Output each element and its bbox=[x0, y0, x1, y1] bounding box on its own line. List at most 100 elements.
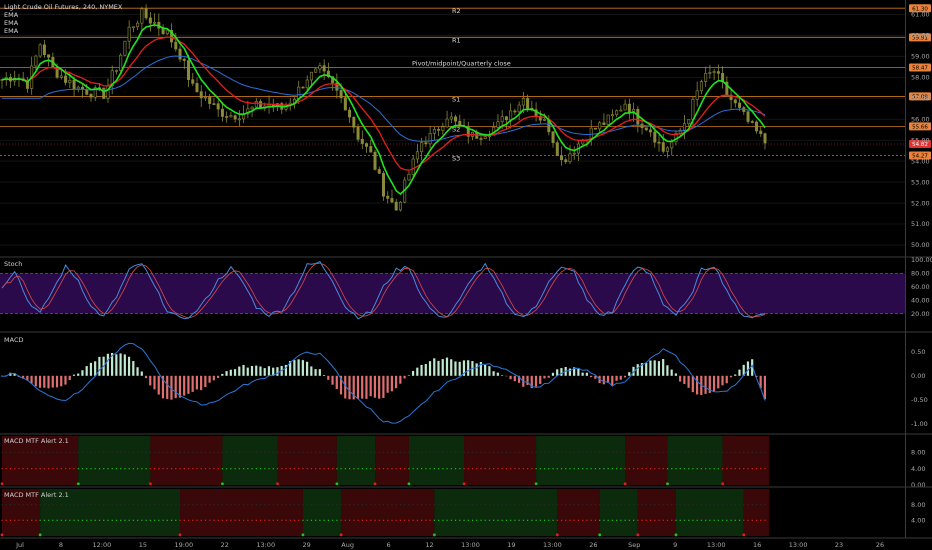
alert-signal-dot bbox=[462, 482, 466, 486]
time-tick-label: Jul bbox=[15, 541, 24, 549]
candle-body bbox=[254, 101, 258, 108]
alert-dot bbox=[658, 468, 660, 470]
alert-dot bbox=[310, 519, 313, 521]
candle-body bbox=[704, 73, 708, 82]
alert-dot bbox=[170, 451, 173, 453]
alert-dot bbox=[738, 519, 741, 521]
macd-histogram-bar bbox=[581, 372, 584, 376]
alert-dot bbox=[69, 451, 71, 453]
alert-dot bbox=[764, 451, 766, 453]
alert-dot bbox=[238, 451, 240, 453]
alert-dot bbox=[463, 519, 465, 521]
alert-dot bbox=[658, 504, 660, 506]
alert-block bbox=[222, 436, 278, 485]
alert-dot bbox=[522, 504, 524, 506]
alert-dot bbox=[535, 451, 537, 453]
alert-dot bbox=[450, 468, 452, 470]
alert-dot bbox=[607, 504, 609, 506]
alert-block bbox=[434, 489, 558, 536]
alert-dot bbox=[586, 519, 588, 521]
alert-dot bbox=[734, 451, 736, 453]
macd-histogram-bar bbox=[683, 375, 686, 385]
trading-chart[interactable]: R2 61.30R1 59.91Pivot/midpoint/Quarterly c… bbox=[0, 0, 932, 550]
alert-dot bbox=[726, 451, 728, 453]
alert-dot bbox=[594, 519, 597, 521]
macd-histogram-bar bbox=[509, 375, 512, 380]
alert-dot bbox=[323, 519, 325, 521]
alert-dot bbox=[60, 468, 62, 470]
alert-dot bbox=[340, 519, 342, 521]
candle-body bbox=[38, 44, 42, 57]
alert-dot bbox=[149, 468, 151, 470]
alert-dot bbox=[293, 451, 296, 453]
alert-dot bbox=[442, 504, 444, 506]
alert-dot bbox=[429, 504, 431, 506]
macd-histogram-bar bbox=[437, 360, 440, 376]
candle-body bbox=[695, 90, 699, 100]
alert-dot bbox=[446, 451, 448, 453]
alert-dot bbox=[298, 468, 300, 470]
alert-dot bbox=[662, 504, 664, 506]
alert-dot bbox=[705, 468, 707, 470]
alert-dot bbox=[399, 504, 402, 506]
alert-dot bbox=[272, 504, 274, 506]
alert-dot bbox=[556, 519, 558, 521]
alert-dot bbox=[226, 519, 228, 521]
alert-dot bbox=[429, 468, 431, 470]
alert-dot bbox=[327, 468, 329, 470]
alert-dot bbox=[332, 451, 334, 453]
alert-dot bbox=[531, 504, 533, 506]
alert-dot bbox=[599, 504, 601, 506]
alert-dot bbox=[679, 519, 681, 521]
alert-dot bbox=[1, 504, 3, 506]
alert-dot bbox=[196, 468, 198, 470]
macd-histogram-bar bbox=[623, 375, 627, 378]
alert-dot bbox=[348, 468, 351, 470]
alert-signal-dot bbox=[742, 533, 746, 537]
alert-dot bbox=[446, 519, 448, 521]
alert-dot bbox=[717, 468, 719, 470]
alert-dot bbox=[162, 519, 164, 521]
candle-body bbox=[496, 121, 500, 128]
alert-dot bbox=[179, 519, 181, 521]
alert-dot bbox=[573, 451, 575, 453]
stoch-title: Stoch bbox=[4, 260, 22, 268]
macd-histogram-bar bbox=[496, 372, 499, 376]
alert-dot bbox=[594, 504, 597, 506]
alert-signal-dot bbox=[339, 533, 343, 537]
alert-dot bbox=[463, 504, 465, 506]
alert-dot bbox=[709, 451, 711, 453]
alert-dot bbox=[582, 451, 584, 453]
candle-body bbox=[390, 198, 394, 203]
time-tick-label: 13:00 bbox=[461, 541, 480, 549]
price-tick-label: 51.00 bbox=[911, 220, 930, 228]
time-tick-label: 19 bbox=[507, 541, 515, 549]
alert-block bbox=[302, 489, 342, 536]
alert-block bbox=[625, 436, 668, 485]
alert-dot bbox=[463, 468, 465, 470]
alert-dot bbox=[535, 504, 537, 506]
alert-dot bbox=[416, 468, 419, 470]
alert-dot bbox=[387, 504, 389, 506]
alert-dot bbox=[107, 504, 109, 506]
alert-dot bbox=[365, 504, 368, 506]
macd-histogram-bar bbox=[306, 361, 309, 376]
macd-histogram-bar bbox=[445, 357, 449, 376]
alert-dot bbox=[243, 451, 245, 453]
alert-dot bbox=[39, 451, 41, 453]
alert-dot bbox=[365, 451, 368, 453]
candle-body bbox=[195, 83, 199, 92]
alert-signal-dot bbox=[432, 533, 436, 537]
alert-dot bbox=[497, 519, 499, 521]
alert-1-axis[interactable]: 8.00 4.00 0.00 bbox=[911, 449, 925, 490]
alert-dot bbox=[365, 519, 368, 521]
alert-signal-dot bbox=[38, 533, 42, 537]
candle-body bbox=[653, 131, 657, 143]
macd-histogram-bar bbox=[399, 375, 402, 384]
alert-dot bbox=[543, 504, 546, 506]
candle-body bbox=[407, 173, 411, 181]
alert-dot bbox=[196, 504, 198, 506]
alert-dot bbox=[751, 504, 753, 506]
alert-dot bbox=[22, 519, 24, 521]
alert-dot bbox=[272, 519, 274, 521]
